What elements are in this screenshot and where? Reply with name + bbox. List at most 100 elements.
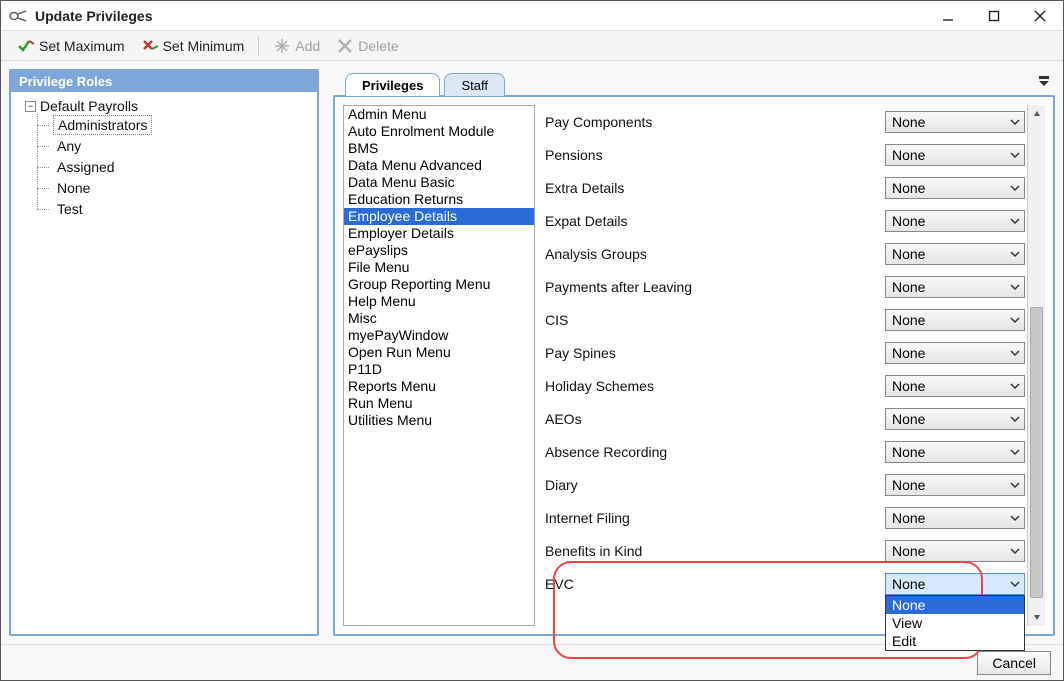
minimize-button[interactable]: [925, 1, 971, 31]
permission-dropdown[interactable]: None: [885, 276, 1025, 298]
category-item[interactable]: Misc: [344, 310, 534, 327]
roles-panel-header: Privilege Roles: [11, 71, 317, 92]
permission-value: None: [892, 543, 925, 559]
permission-label: Absence Recording: [545, 444, 885, 460]
category-item[interactable]: Employee Details: [344, 208, 534, 225]
chevron-down-icon: [1010, 117, 1020, 127]
chevron-down-icon: [1010, 249, 1020, 259]
permission-value: None: [892, 576, 925, 592]
permission-dropdown[interactable]: None: [885, 408, 1025, 430]
cross-arrow-icon: [141, 37, 159, 55]
close-button[interactable]: [1017, 1, 1063, 31]
dropdown-option[interactable]: None: [886, 596, 1024, 614]
permission-label: Pay Components: [545, 114, 885, 130]
permission-dropdown[interactable]: None: [885, 243, 1025, 265]
category-item[interactable]: Admin Menu: [344, 106, 534, 123]
tree-item[interactable]: Test: [25, 198, 311, 219]
permission-dropdown[interactable]: None: [885, 177, 1025, 199]
tree-item[interactable]: Administrators: [25, 114, 311, 135]
chevron-down-icon: [1010, 513, 1020, 523]
permission-row: Payments after LeavingNone: [545, 270, 1025, 303]
category-item[interactable]: Group Reporting Menu: [344, 276, 534, 293]
set-minimum-label: Set Minimum: [163, 38, 245, 54]
category-item[interactable]: P11D: [344, 361, 534, 378]
set-minimum-button[interactable]: Set Minimum: [135, 35, 251, 57]
permission-label: CIS: [545, 312, 885, 328]
category-item[interactable]: Employer Details: [344, 225, 534, 242]
permission-dropdown[interactable]: None: [885, 474, 1025, 496]
permission-dropdown[interactable]: None: [885, 210, 1025, 232]
permission-dropdown[interactable]: None: [885, 507, 1025, 529]
dropdown-option[interactable]: View: [886, 614, 1024, 632]
permissions-grid-wrap: Pay ComponentsNonePensionsNoneExtra Deta…: [545, 105, 1045, 626]
cancel-label: Cancel: [992, 655, 1036, 671]
permission-dropdown[interactable]: None: [885, 441, 1025, 463]
category-item[interactable]: Education Returns: [344, 191, 534, 208]
chevron-down-icon: [1010, 348, 1020, 358]
category-item[interactable]: Open Run Menu: [344, 344, 534, 361]
chevron-down-icon: [1010, 381, 1020, 391]
category-listbox[interactable]: Admin MenuAuto Enrolment ModuleBMSData M…: [343, 105, 535, 626]
permission-dropdown[interactable]: None: [885, 540, 1025, 562]
category-item[interactable]: Data Menu Advanced: [344, 157, 534, 174]
permission-dropdown[interactable]: None: [885, 111, 1025, 133]
tree-item-label: Test: [53, 200, 87, 218]
scroll-up-icon[interactable]: [1028, 105, 1045, 123]
delete-button: Delete: [330, 35, 404, 57]
permission-dropdown[interactable]: None: [885, 309, 1025, 331]
permission-row: Analysis Groups None: [545, 237, 1025, 270]
permission-value: None: [892, 444, 925, 460]
category-item[interactable]: ePayslips: [344, 242, 534, 259]
scroll-thumb[interactable]: [1030, 307, 1043, 598]
cancel-button[interactable]: Cancel: [977, 651, 1051, 675]
set-maximum-button[interactable]: Set Maximum: [11, 35, 131, 57]
permission-dropdown[interactable]: None: [885, 375, 1025, 397]
category-item[interactable]: Run Menu: [344, 395, 534, 412]
permission-dropdown-popup[interactable]: NoneViewEdit: [885, 595, 1025, 651]
collapse-icon[interactable]: −: [25, 101, 36, 112]
chevron-down-icon: [1010, 183, 1020, 193]
category-item[interactable]: BMS: [344, 140, 534, 157]
content-area: Privilege Roles − Default Payrolls Admin…: [1, 61, 1063, 644]
scroll-down-icon[interactable]: [1028, 608, 1045, 626]
scroll-track[interactable]: [1028, 123, 1045, 608]
tree-item[interactable]: None: [25, 177, 311, 198]
permission-dropdown[interactable]: None: [885, 342, 1025, 364]
category-item[interactable]: File Menu: [344, 259, 534, 276]
tab-privileges-page: Admin MenuAuto Enrolment ModuleBMSData M…: [333, 95, 1055, 636]
category-item[interactable]: Data Menu Basic: [344, 174, 534, 191]
permission-value: None: [892, 213, 925, 229]
tree-item-label: None: [53, 179, 94, 197]
app-icon: [9, 9, 27, 23]
permission-label: Pay Spines: [545, 345, 885, 361]
grid-scrollbar[interactable]: [1027, 105, 1045, 626]
category-item[interactable]: Reports Menu: [344, 378, 534, 395]
permission-label: Analysis Groups: [545, 246, 885, 262]
window-title: Update Privileges: [35, 8, 153, 24]
permission-dropdown[interactable]: None: [885, 573, 1025, 595]
chevron-down-icon: [1010, 150, 1020, 160]
tab-privileges[interactable]: Privileges: [345, 73, 440, 96]
delete-x-icon: [336, 37, 354, 55]
category-item[interactable]: Auto Enrolment Module: [344, 123, 534, 140]
tree-item-label: Assigned: [53, 158, 119, 176]
permission-row: Absence Recording None: [545, 435, 1025, 468]
permission-value: None: [892, 246, 925, 262]
permission-dropdown[interactable]: None: [885, 144, 1025, 166]
tree-root[interactable]: − Default Payrolls: [25, 98, 311, 114]
category-item[interactable]: Utilities Menu: [344, 412, 534, 429]
tree-item[interactable]: Any: [25, 135, 311, 156]
category-item[interactable]: myePayWindow: [344, 327, 534, 344]
permission-value: None: [892, 477, 925, 493]
update-privileges-window: Update Privileges Set Maximum Set: [0, 0, 1064, 681]
maximize-button[interactable]: [971, 1, 1017, 31]
tab-staff[interactable]: Staff: [444, 73, 505, 96]
add-star-icon: [273, 37, 291, 55]
roles-tree[interactable]: − Default Payrolls AdministratorsAny Assi…: [11, 92, 317, 634]
dropdown-option[interactable]: Edit: [886, 632, 1024, 650]
tree-item[interactable]: Assigned: [25, 156, 311, 177]
permission-label: EVC: [545, 576, 885, 592]
add-label: Add: [295, 38, 320, 54]
tab-overflow-icon[interactable]: [1039, 75, 1049, 89]
category-item[interactable]: Help Menu: [344, 293, 534, 310]
